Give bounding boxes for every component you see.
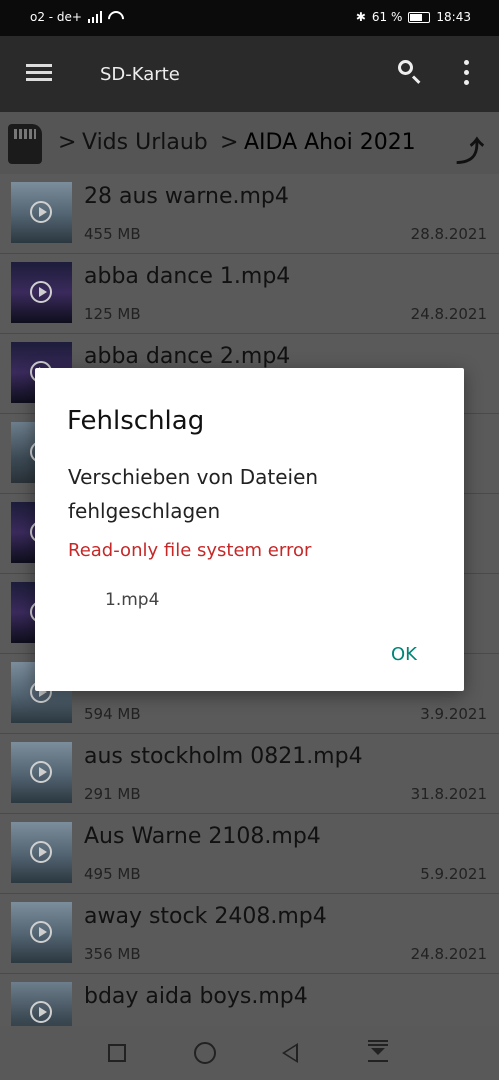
file-row[interactable]: aus stockholm 0821.mp4 291 MB 31.8.2021 [0, 734, 499, 814]
file-name: bday aida boys.mp4 [84, 984, 308, 1009]
file-date: 3.9.2021 [420, 705, 487, 723]
dialog-message: Verschieben von Dateien fehlgeschlagen [68, 465, 319, 523]
signal-icon [88, 11, 102, 23]
breadcrumb-separator: > [220, 130, 239, 155]
battery-percent: 61 % [371, 10, 403, 24]
file-size: 356 MB [84, 945, 141, 963]
file-date: 28.8.2021 [410, 225, 487, 243]
file-name: abba dance 2.mp4 [84, 344, 291, 369]
file-date: 24.8.2021 [410, 945, 487, 963]
play-icon [30, 761, 52, 783]
wifi-icon [108, 11, 124, 23]
battery-icon [408, 11, 431, 23]
system-nav-bar [0, 1026, 499, 1080]
file-size: 455 MB [84, 225, 141, 243]
file-row[interactable]: abba dance 1.mp4 125 MB 24.8.2021 [0, 254, 499, 334]
file-row[interactable]: 28 aus warne.mp4 455 MB 28.8.2021 [0, 174, 499, 254]
status-bar: o2 - de+ ✱ 61 % 18:43 [0, 0, 499, 36]
sd-card-icon[interactable] [8, 124, 42, 164]
file-row[interactable]: Aus Warne 2108.mp4 495 MB 5.9.2021 [0, 814, 499, 894]
file-date: 31.8.2021 [410, 785, 487, 803]
file-name: away stock 2408.mp4 [84, 904, 327, 929]
video-thumbnail [11, 822, 72, 883]
video-thumbnail [11, 902, 72, 963]
bluetooth-icon: ✱ [355, 10, 366, 24]
home-icon[interactable] [194, 1042, 216, 1064]
play-icon [30, 1001, 52, 1023]
dialog-title: Fehlschlag [67, 406, 205, 436]
notification-pulldown-icon[interactable] [368, 1040, 388, 1064]
dialog-file-name: 1.mp4 [105, 590, 160, 610]
file-name: 28 aus warne.mp4 [84, 184, 289, 209]
recent-apps-icon[interactable] [108, 1044, 126, 1062]
file-date: 24.8.2021 [410, 305, 487, 323]
file-size: 291 MB [84, 785, 141, 803]
play-icon [30, 281, 52, 303]
more-options-icon[interactable] [464, 60, 470, 86]
play-icon [30, 841, 52, 863]
file-name: aus stockholm 0821.mp4 [84, 744, 363, 769]
video-thumbnail [11, 742, 72, 803]
file-date: 5.9.2021 [420, 865, 487, 883]
carrier-label: o2 - de+ [30, 10, 82, 24]
play-icon [30, 201, 52, 223]
file-row[interactable]: away stock 2408.mp4 356 MB 24.8.2021 [0, 894, 499, 974]
breadcrumb-separator: > [58, 130, 77, 155]
ok-button[interactable]: OK [391, 644, 417, 665]
play-icon [30, 921, 52, 943]
file-name: Aus Warne 2108.mp4 [84, 824, 321, 849]
app-bar: SD-Karte [0, 36, 499, 112]
back-icon[interactable] [282, 1043, 298, 1063]
search-icon[interactable] [398, 60, 422, 84]
video-thumbnail [11, 182, 72, 243]
file-size: 594 MB [84, 705, 141, 723]
breadcrumb-folder-aida-ahoi[interactable]: AIDA Ahoi 2021 [244, 130, 416, 155]
menu-icon[interactable] [26, 64, 52, 82]
clock: 18:43 [436, 10, 471, 24]
dialog-error-text: Read-only file system error [68, 540, 312, 561]
file-name: abba dance 1.mp4 [84, 264, 291, 289]
breadcrumb: > Vids Urlaub > AIDA Ahoi 2021 ⤴ [0, 112, 499, 174]
error-dialog: Fehlschlag Verschieben von Dateien fehlg… [35, 368, 464, 691]
video-thumbnail [11, 262, 72, 323]
app-title: SD-Karte [100, 64, 180, 85]
folder-up-icon[interactable]: ⤴ [456, 130, 484, 170]
file-size: 125 MB [84, 305, 141, 323]
file-size: 495 MB [84, 865, 141, 883]
breadcrumb-folder-vids-urlaub[interactable]: Vids Urlaub [82, 130, 208, 155]
